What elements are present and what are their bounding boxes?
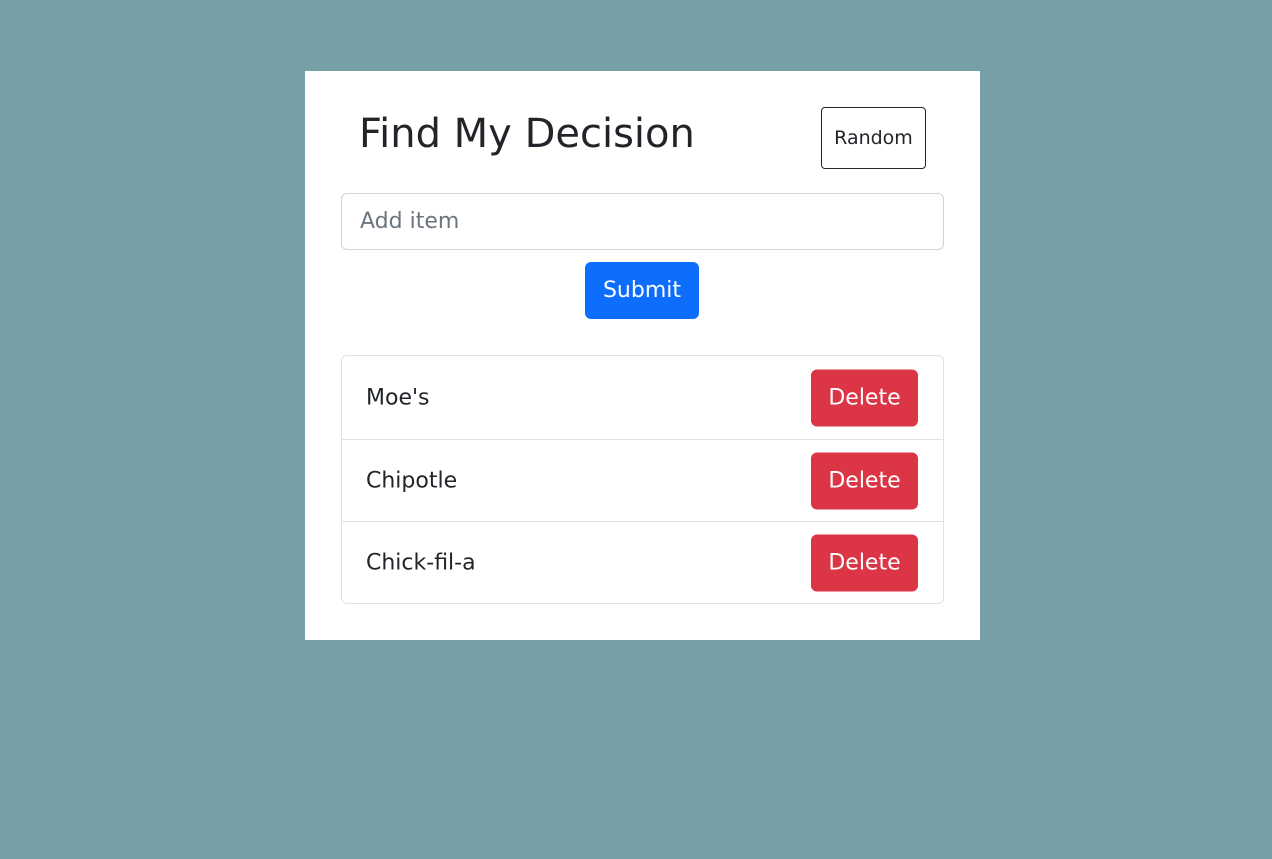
page-title: Find My Decision: [359, 111, 695, 157]
submit-button[interactable]: Submit: [585, 262, 699, 319]
delete-button[interactable]: Delete: [811, 452, 918, 509]
list-item-label: Chick-fil-a: [366, 550, 476, 575]
add-item-input[interactable]: [341, 193, 944, 250]
items-list: Moe's Delete Chipotle Delete Chick-fil-a…: [341, 355, 944, 604]
delete-button[interactable]: Delete: [811, 369, 918, 426]
decision-card: Find My Decision Random Submit Moe's Del…: [305, 71, 980, 640]
card-header: Find My Decision Random: [305, 71, 980, 191]
list-item: Chipotle Delete: [342, 439, 943, 521]
list-item: Chick-fil-a Delete: [342, 521, 943, 603]
random-button[interactable]: Random: [821, 107, 926, 169]
delete-button[interactable]: Delete: [811, 534, 918, 591]
list-item-label: Chipotle: [366, 468, 458, 493]
list-item-label: Moe's: [366, 385, 430, 410]
list-item: Moe's Delete: [342, 356, 943, 439]
